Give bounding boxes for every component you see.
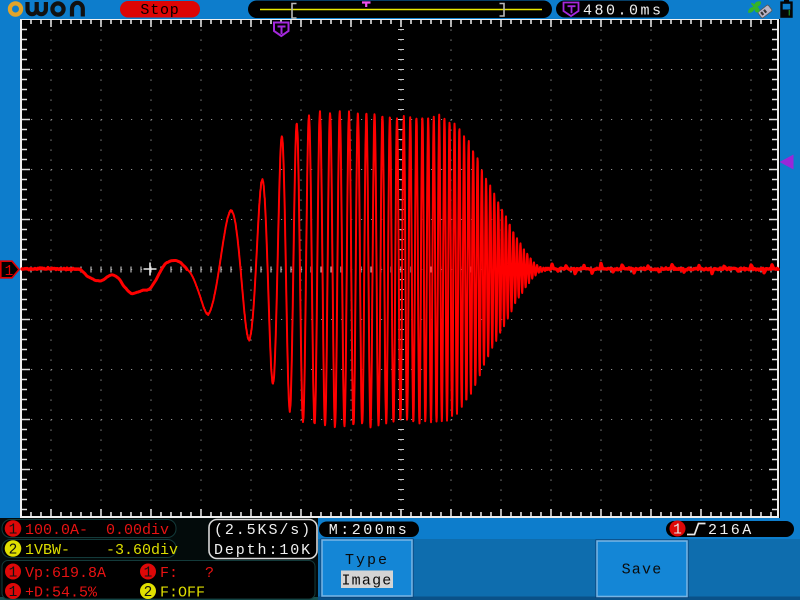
svg-text:Type: Type xyxy=(345,552,389,569)
svg-text:100.0A- 0.00div: 100.0A- 0.00div xyxy=(25,522,169,539)
svg-text:F:OFF: F:OFF xyxy=(160,585,205,600)
svg-text:1: 1 xyxy=(673,523,682,539)
svg-text:2: 2 xyxy=(144,585,153,600)
svg-text:2: 2 xyxy=(9,543,18,559)
svg-text:Save: Save xyxy=(622,562,663,579)
svg-text:1: 1 xyxy=(9,585,18,600)
svg-text:1: 1 xyxy=(5,264,14,280)
svg-text:1: 1 xyxy=(9,566,18,582)
svg-text:Stop: Stop xyxy=(140,2,179,19)
svg-text:M:200ms: M:200ms xyxy=(329,522,410,539)
svg-text:Image: Image xyxy=(341,573,392,590)
svg-text:Depth:10K: Depth:10K xyxy=(214,542,312,559)
svg-text:1: 1 xyxy=(144,566,153,582)
svg-text:F: ?: F: ? xyxy=(160,565,214,582)
svg-text:Vp:619.8A: Vp:619.8A xyxy=(25,565,106,582)
svg-text:(2.5KS/s): (2.5KS/s) xyxy=(214,522,312,539)
svg-text:1: 1 xyxy=(9,523,18,539)
svg-text:1VBW- -3.60div: 1VBW- -3.60div xyxy=(25,542,178,559)
svg-text:480.0ms: 480.0ms xyxy=(583,3,664,20)
svg-text:+D:54.5%: +D:54.5% xyxy=(25,585,98,600)
svg-text:216A: 216A xyxy=(708,522,754,539)
